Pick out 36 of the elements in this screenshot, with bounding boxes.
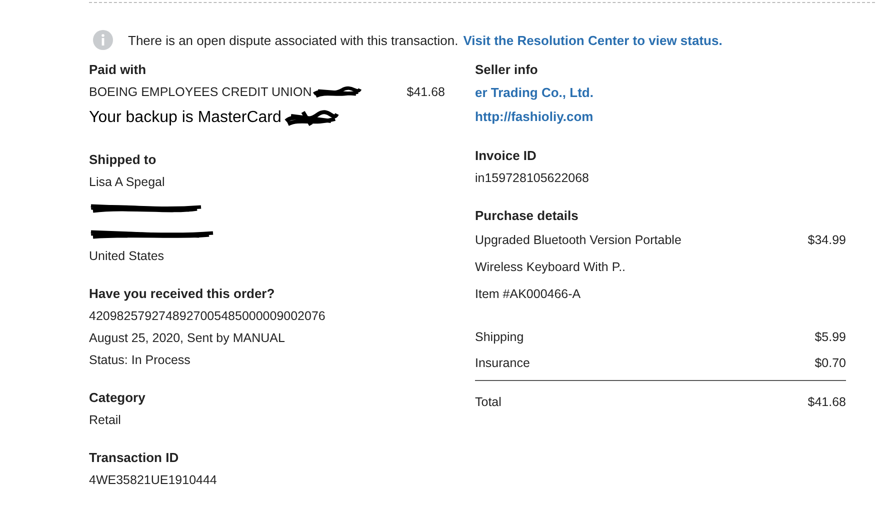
category-value: Retail xyxy=(89,412,122,429)
transaction-id: 4WE35821UE1910444 xyxy=(89,472,218,489)
seller-website-link[interactable]: http://fashioliy.com xyxy=(475,109,594,124)
fee-label: Shipping xyxy=(475,329,524,346)
section-heading: Paid with xyxy=(89,61,148,79)
invoice-id: in159728105622068 xyxy=(475,170,590,187)
country: United States xyxy=(89,248,166,265)
item-price: $34.99 xyxy=(808,232,846,249)
fee-amount: $5.99 xyxy=(814,329,846,346)
payment-amount: $41.68 xyxy=(406,85,445,99)
backup-payment: Your backup is MasterCard xyxy=(89,109,282,127)
item-number: Item #AK000466-A xyxy=(475,286,581,303)
redaction-scribble xyxy=(312,86,362,98)
seller-name-link[interactable]: er Trading Co., Ltd. xyxy=(475,85,594,100)
order-detail: 4209825792748927005485000009002076 xyxy=(89,308,326,325)
info-icon xyxy=(93,30,113,50)
item-description: Upgraded Bluetooth Version Portable xyxy=(475,232,682,249)
order-detail: Status: In Process xyxy=(89,352,192,369)
section-heading: Transaction ID xyxy=(89,449,180,467)
resolution-center-link[interactable]: Visit the Resolution Center to view status. xyxy=(463,32,722,48)
notice-text: There is an open dispute associated with this transaction. xyxy=(128,32,458,48)
section-heading: Invoice ID xyxy=(475,147,538,165)
item-description: Wireless Keyboard With P.. xyxy=(475,259,626,276)
payment-source: BOEING EMPLOYEES CREDIT UNION xyxy=(89,85,312,99)
section-heading: Purchase details xyxy=(475,207,580,225)
section-heading: Seller info xyxy=(475,61,539,79)
section-heading: Have you received this order? xyxy=(89,285,276,303)
recipient-name: Lisa A Spegal xyxy=(89,174,166,191)
fee-amount: $0.70 xyxy=(814,355,846,372)
fee-label: Insurance xyxy=(475,355,530,372)
redaction-scribble xyxy=(283,109,340,127)
total-label: Total xyxy=(475,394,502,411)
total-amount: $41.68 xyxy=(808,394,846,411)
section-heading: Category xyxy=(89,389,146,407)
section-heading: Shipped to xyxy=(89,151,158,169)
order-detail: August 25, 2020, Sent by MANUAL xyxy=(89,330,286,347)
